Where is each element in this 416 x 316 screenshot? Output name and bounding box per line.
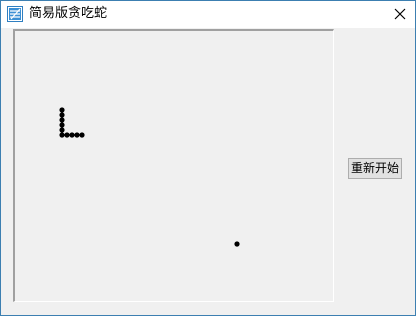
snake-segment — [74, 132, 80, 138]
snake-segment — [59, 132, 65, 138]
snake-segment — [64, 132, 70, 138]
snake-head — [79, 132, 85, 138]
app-icon — [7, 6, 23, 22]
client-area: 重新开始 — [1, 28, 415, 315]
food-pellet — [234, 241, 240, 247]
snake-segment — [59, 127, 65, 133]
game-board-drawing — [59, 107, 240, 247]
window-title: 简易版贪吃蛇 — [29, 6, 108, 21]
snake-segment — [69, 132, 75, 138]
snake-segment — [59, 122, 65, 128]
snake-segment — [59, 107, 65, 113]
close-button[interactable] — [385, 1, 415, 28]
title-bar[interactable]: 简易版贪吃蛇 — [1, 1, 415, 28]
restart-button[interactable]: 重新开始 — [348, 158, 402, 179]
snake-segment — [59, 112, 65, 118]
game-board[interactable] — [13, 29, 334, 302]
close-icon — [394, 8, 406, 20]
app-window: 简易版贪吃蛇 重新开始 — [0, 0, 416, 316]
snake-segment — [59, 117, 65, 123]
